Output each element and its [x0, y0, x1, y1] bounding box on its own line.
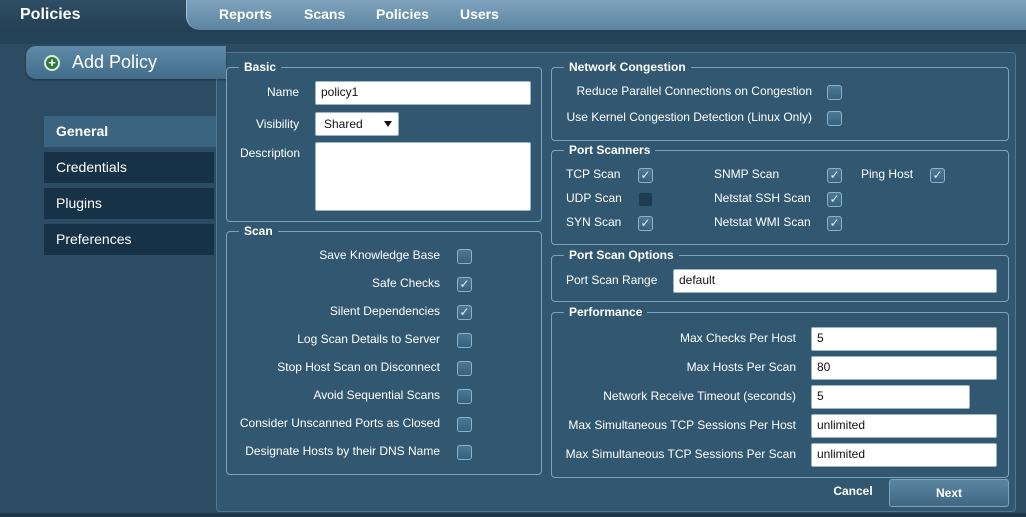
kernel-congestion-checkbox[interactable]: [827, 111, 842, 126]
ping-host-label: Ping Host: [861, 167, 914, 181]
network-receive-timeout-label: Network Receive Timeout (seconds): [603, 389, 796, 403]
silent-dependencies-checkbox[interactable]: ✓: [457, 305, 472, 320]
syn-scan-checkbox[interactable]: ✓: [638, 216, 653, 231]
visibility-selected: Shared: [324, 117, 363, 131]
add-policy-title: Add Policy: [72, 52, 158, 72]
kernel-congestion-label: Use Kernel Congestion Detection (Linux O…: [566, 110, 812, 124]
stop-host-scan-checkbox[interactable]: [457, 361, 472, 376]
tab-plugins[interactable]: Plugins: [44, 188, 214, 219]
tab-credentials[interactable]: Credentials: [44, 152, 214, 183]
avoid-sequential-scans-label: Avoid Sequential Scans: [313, 388, 440, 402]
log-scan-details-checkbox[interactable]: [457, 333, 472, 348]
port-scanners-legend: Port Scanners: [564, 143, 656, 157]
stop-host-scan-label: Stop Host Scan on Disconnect: [277, 360, 440, 374]
unscanned-ports-closed-label: Consider Unscanned Ports as Closed: [239, 416, 440, 430]
snmp-scan-checkbox[interactable]: ✓: [827, 168, 842, 183]
silent-dependencies-label: Silent Dependencies: [329, 304, 440, 318]
performance-legend: Performance: [564, 305, 648, 319]
policy-name-field[interactable]: policy1: [315, 81, 531, 105]
tab-preferences[interactable]: Preferences: [44, 224, 214, 255]
basic-legend: Basic: [239, 60, 282, 74]
plus-circle-icon: +: [44, 55, 60, 71]
port-scan-range-label: Port Scan Range: [566, 273, 658, 287]
nav-policies[interactable]: Policies: [376, 6, 429, 22]
save-knowledge-base-checkbox[interactable]: [457, 249, 472, 264]
max-tcp-sessions-scan-label: Max Simultaneous TCP Sessions Per Scan: [565, 447, 796, 461]
max-tcp-sessions-scan-field[interactable]: unlimited: [811, 443, 997, 467]
safe-checks-label: Safe Checks: [371, 276, 440, 290]
udp-scan-label: UDP Scan: [566, 191, 622, 205]
network-congestion-section: Network Congestion: [551, 60, 1009, 141]
udp-scan-checkbox[interactable]: [638, 192, 653, 207]
snmp-scan-label: SNMP Scan: [714, 167, 780, 181]
nav-reports[interactable]: Reports: [219, 6, 272, 22]
reduce-parallel-label: Reduce Parallel Connections on Congestio…: [576, 84, 812, 98]
safe-checks-checkbox[interactable]: ✓: [457, 277, 472, 292]
network-receive-timeout-field[interactable]: 5: [811, 385, 970, 409]
save-knowledge-base-label: Save Knowledge Base: [319, 248, 440, 262]
nav-users[interactable]: Users: [460, 6, 499, 22]
tcp-scan-checkbox[interactable]: ✓: [638, 168, 653, 183]
port-scan-range-field[interactable]: default: [673, 269, 997, 293]
max-tcp-sessions-host-label: Max Simultaneous TCP Sessions Per Host: [568, 418, 796, 432]
nav-scans[interactable]: Scans: [304, 6, 345, 22]
max-tcp-sessions-host-field[interactable]: unlimited: [811, 414, 997, 438]
visibility-label: Visibility: [256, 117, 300, 131]
cancel-button[interactable]: Cancel: [818, 484, 888, 504]
max-checks-per-host-field[interactable]: 5: [811, 327, 997, 351]
avoid-sequential-scans-checkbox[interactable]: [457, 389, 472, 404]
next-button[interactable]: Next: [889, 479, 1009, 507]
scan-legend: Scan: [239, 224, 278, 238]
tcp-scan-label: TCP Scan: [566, 167, 621, 181]
bottom-strip: [0, 513, 1026, 517]
designate-hosts-dns-label: Designate Hosts by their DNS Name: [245, 444, 440, 458]
max-checks-per-host-label: Max Checks Per Host: [679, 331, 796, 345]
reduce-parallel-checkbox[interactable]: [827, 85, 842, 100]
designate-hosts-dns-checkbox[interactable]: [457, 445, 472, 460]
tab-general[interactable]: General: [44, 116, 216, 147]
max-hosts-per-scan-label: Max Hosts Per Scan: [686, 360, 796, 374]
netstat-ssh-scan-label: Netstat SSH Scan: [714, 191, 811, 205]
netstat-wmi-scan-checkbox[interactable]: ✓: [827, 216, 842, 231]
header-strip: [0, 32, 1026, 44]
name-label: Name: [267, 85, 300, 99]
log-scan-details-label: Log Scan Details to Server: [297, 332, 440, 346]
main-nav: Reports Scans Policies Users: [186, 0, 1026, 30]
visibility-select[interactable]: Shared: [315, 112, 399, 136]
unscanned-ports-closed-checkbox[interactable]: [457, 417, 472, 432]
netstat-ssh-scan-checkbox[interactable]: ✓: [827, 192, 842, 207]
scan-section: Scan: [226, 224, 542, 475]
syn-scan-label: SYN Scan: [566, 215, 622, 229]
description-field[interactable]: [315, 142, 531, 211]
network-congestion-legend: Network Congestion: [564, 60, 691, 74]
chevron-down-icon: [384, 121, 392, 127]
description-label: Description: [240, 146, 301, 160]
netstat-wmi-scan-label: Netstat WMI Scan: [714, 215, 811, 229]
ping-host-checkbox[interactable]: ✓: [930, 168, 945, 183]
add-policy-header: + Add Policy: [26, 46, 226, 79]
app-title: Policies: [20, 6, 81, 23]
port-scan-options-legend: Port Scan Options: [564, 248, 679, 262]
max-hosts-per-scan-field[interactable]: 80: [811, 356, 997, 380]
